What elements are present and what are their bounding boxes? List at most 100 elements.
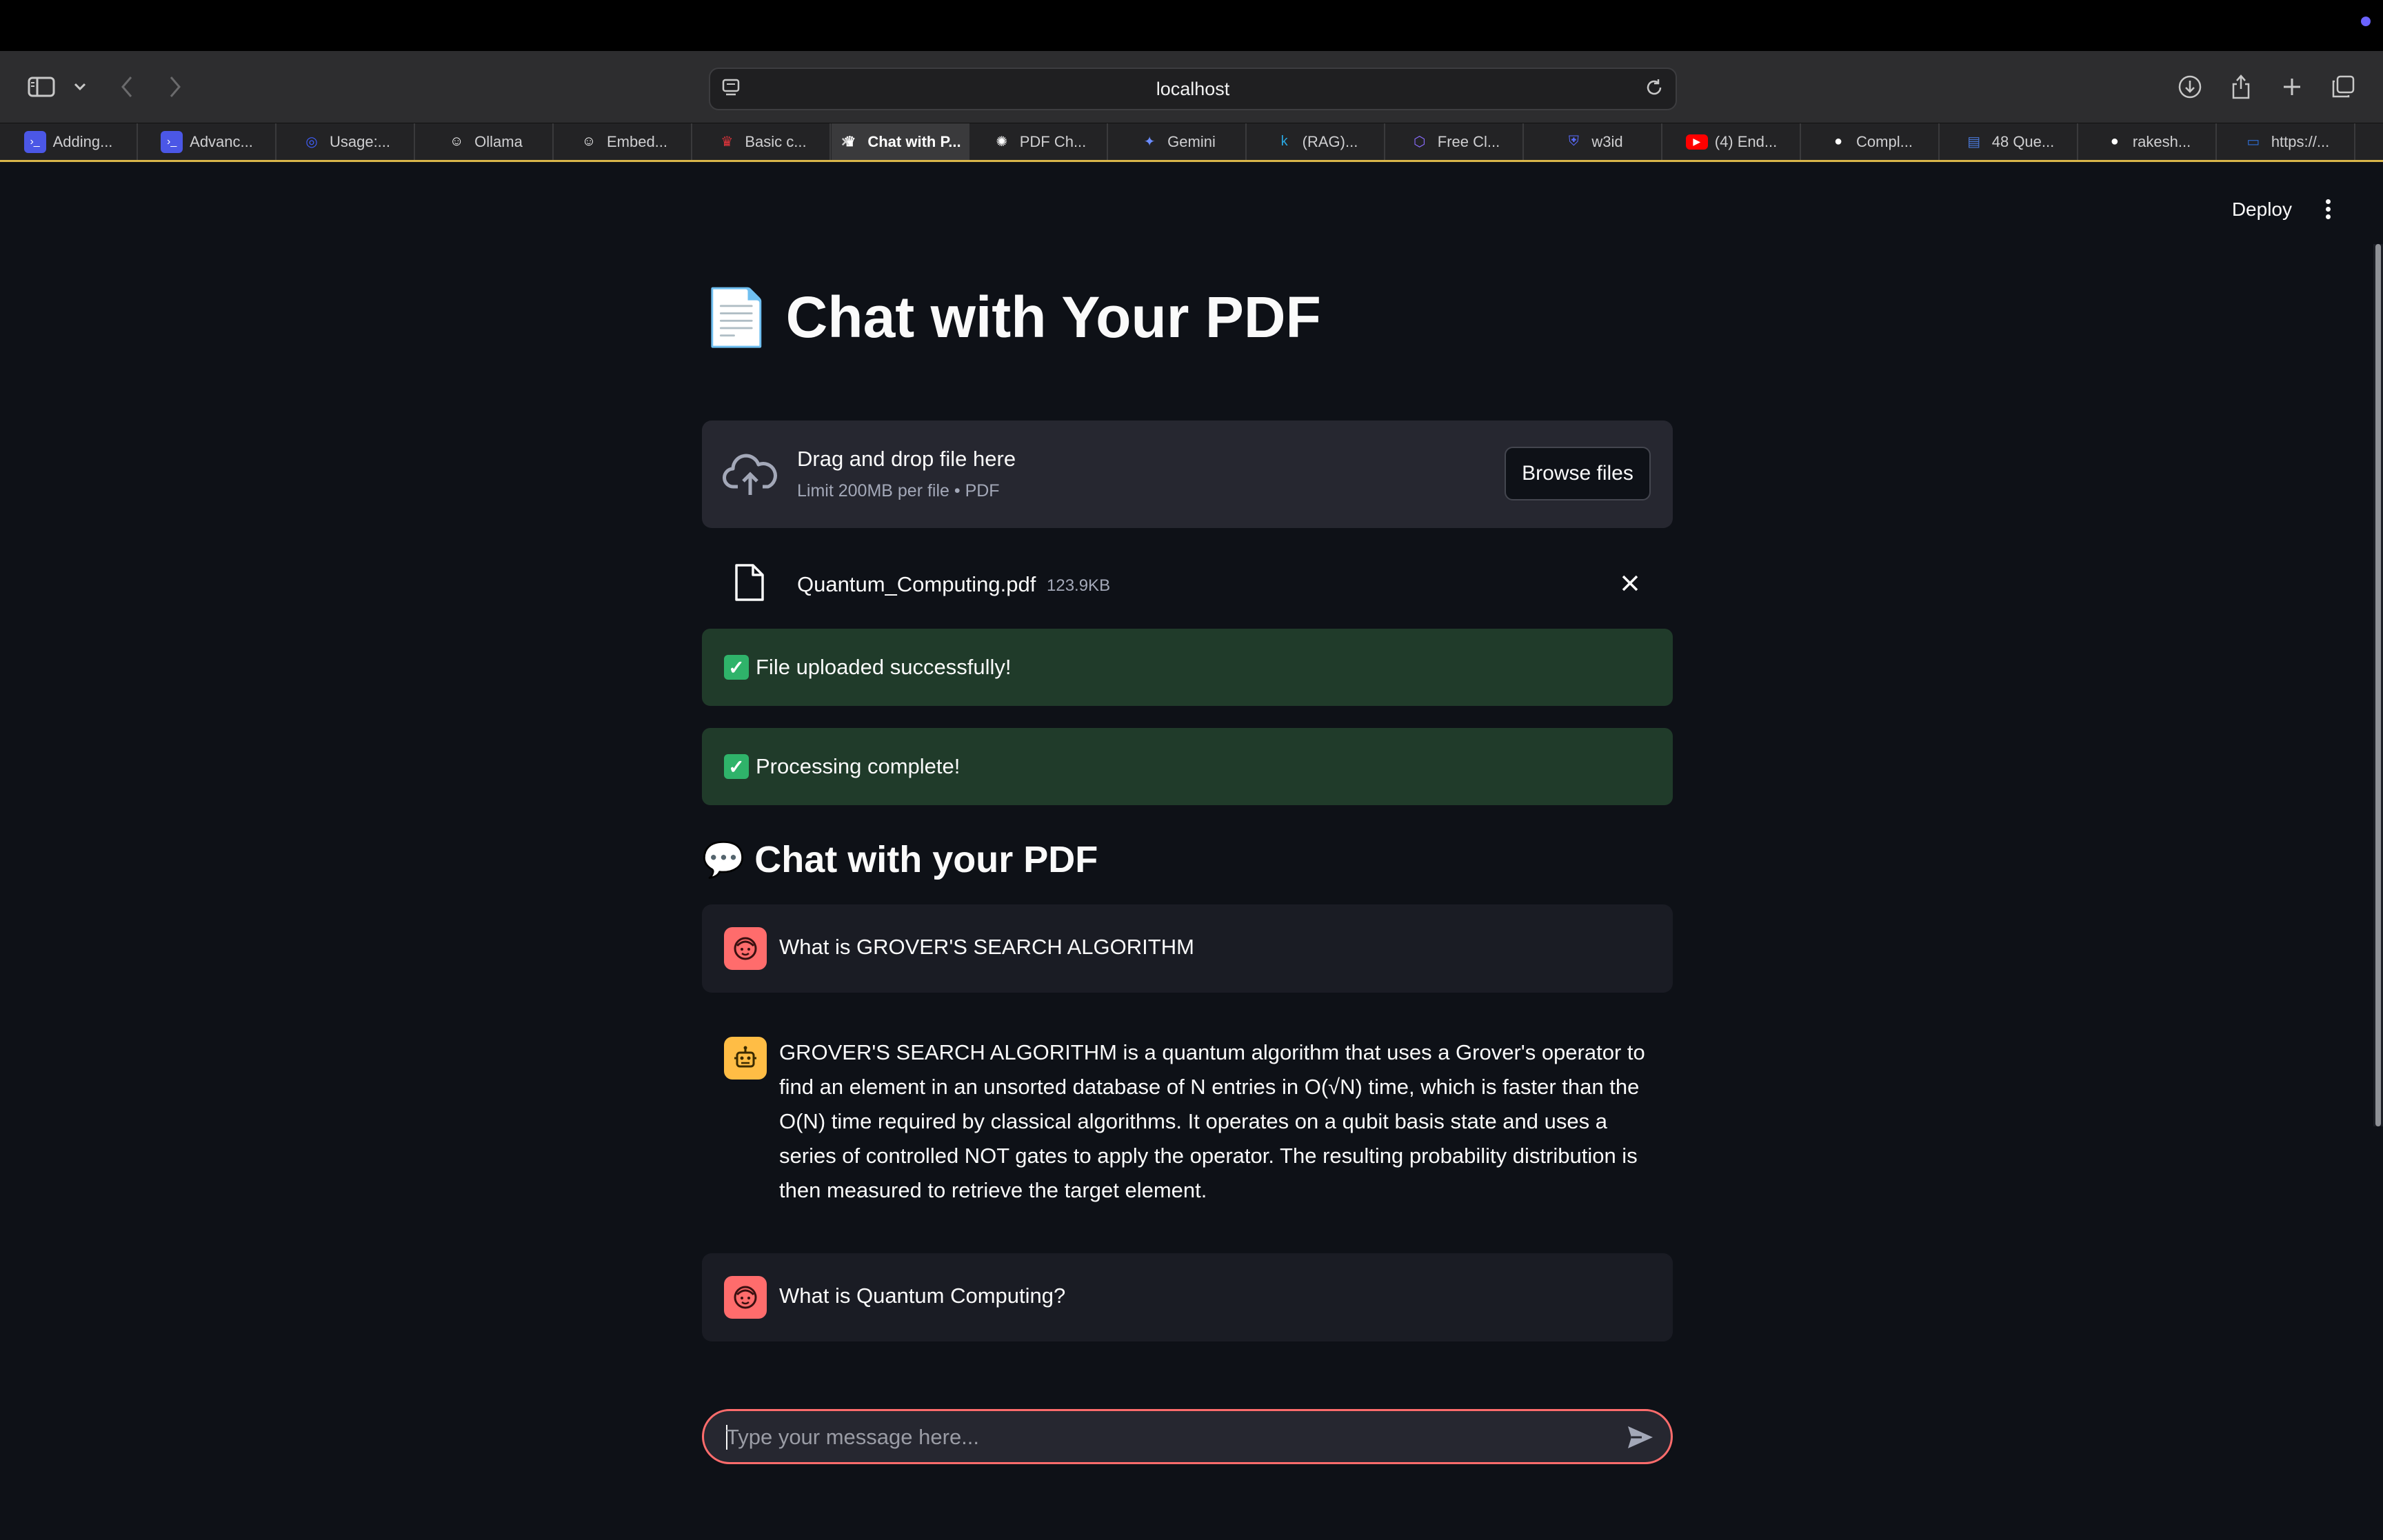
browser-tab[interactable]: k (RAG)... (1247, 123, 1385, 160)
cloud-upload-icon (723, 451, 778, 503)
scrollbar-thumb[interactable] (2375, 244, 2381, 1126)
k-icon: k (1280, 134, 1288, 149)
browser-tab[interactable]: ✦ Gemini (1109, 123, 1247, 160)
browser-tab[interactable]: ⬡ Free Cl... (1386, 123, 1524, 160)
openai-icon: ✺ (996, 134, 1008, 150)
tab-label: rakesh... (2132, 132, 2191, 150)
streamlit-app: Deploy 📄 Chat with Your PDF Drag and dro… (0, 163, 2383, 1540)
speech-bubble-icon: 💬 (702, 840, 745, 879)
alert-text: File uploaded successfully! (756, 655, 1012, 679)
tab-overview-icon[interactable] (2325, 69, 2361, 105)
share-icon[interactable] (2223, 69, 2259, 105)
file-uploader-dropzone[interactable]: Drag and drop file here Limit 200MB per … (702, 421, 1673, 528)
github-icon: ● (1833, 134, 1843, 149)
tab-label: (4) End... (1714, 132, 1778, 150)
success-alert-processing: ✓ Processing complete! (702, 728, 1673, 805)
more-options-icon[interactable] (2321, 197, 2335, 222)
tab-label: Ollama (474, 132, 523, 150)
tab-label: (RAG)... (1302, 132, 1358, 150)
cube-icon: ⬡ (1414, 134, 1426, 150)
message-text: GROVER'S SEARCH ALGORITHM is a quantum a… (779, 1040, 1645, 1202)
tab-label: Compl... (1856, 132, 1913, 150)
file-name: Quantum_Computing.pdf (797, 572, 1036, 596)
tab-label: Advanc... (190, 132, 253, 150)
message-text: What is Quantum Computing? (779, 1284, 1066, 1308)
browser-tab[interactable]: ▭ https://... (2218, 123, 2355, 160)
tab-label: Adding... (52, 132, 113, 150)
browser-tab[interactable]: ◎ Usage:... (277, 123, 415, 160)
crown-icon: ♛ (721, 134, 734, 150)
browser-tab[interactable]: ☺ Ollama (416, 123, 554, 160)
message-text: What is GROVER'S SEARCH ALGORITHM (779, 935, 1194, 959)
page-title: 📄 Chat with Your PDF (702, 284, 1321, 351)
chat-section-title: 💬 Chat with your PDF (702, 838, 1098, 881)
browser-tab[interactable]: ⛨ w3id (1525, 123, 1662, 160)
reload-icon[interactable] (1644, 77, 1665, 101)
tab-label: https://... (2271, 132, 2330, 150)
user-avatar-icon (724, 1276, 767, 1319)
browser-tab[interactable]: ›_ Adding... (0, 123, 138, 160)
chat-input[interactable] (702, 1409, 1673, 1464)
page-emoji-icon: 📄 (702, 286, 771, 348)
browser-tab[interactable]: ▶ (4) End... (1663, 123, 1801, 160)
tab-label: Basic c... (745, 132, 807, 150)
uploaded-file-row: Quantum_Computing.pdf 123.9KB (702, 549, 1673, 618)
github-icon: ● (2110, 134, 2119, 149)
bot-avatar-icon (724, 1037, 767, 1080)
sidebar-toggle-icon[interactable] (23, 69, 59, 105)
tab-accent-line (0, 160, 2383, 162)
browser-tab[interactable]: ▤ 48 Que... (1940, 123, 2078, 160)
browser-tab[interactable]: ♛ Basic c... (693, 123, 831, 160)
circle-logo-icon: ◎ (305, 134, 318, 150)
macos-menubar (0, 0, 2383, 51)
file-icon (734, 563, 765, 606)
new-tab-icon[interactable] (2274, 69, 2310, 105)
chat-input-field[interactable] (725, 1411, 1582, 1463)
scrollbar[interactable] (2373, 244, 2383, 1126)
browser-tab[interactable]: ● Compl... (1802, 123, 1940, 160)
page-title-text: Chat with Your PDF (785, 285, 1321, 349)
browser-tab[interactable]: ☺ Embed... (554, 123, 692, 160)
sparkle-icon: ✦ (1143, 134, 1156, 150)
back-icon[interactable] (109, 69, 145, 105)
address-bar[interactable]: localhost (709, 68, 1677, 110)
upload-limit-text: Limit 200MB per file • PDF (797, 481, 1000, 500)
browser-tab[interactable]: ● rakesh... (2079, 123, 2217, 160)
user-avatar-icon (724, 927, 767, 970)
forward-icon[interactable] (157, 69, 193, 105)
terminal-icon: ›_ (161, 130, 183, 153)
success-alert-upload: ✓ File uploaded successfully! (702, 629, 1673, 706)
close-tab-icon[interactable]: × (841, 133, 850, 151)
chevron-down-icon[interactable] (62, 69, 98, 105)
browse-files-button[interactable]: Browse files (1505, 447, 1651, 500)
tab-label: Free Cl... (1437, 132, 1500, 150)
terminal-icon: ›_ (23, 130, 46, 153)
tab-strip: ›_ Adding... ›_ Advanc... ◎ Usage:... ☺ Ollama ☺… (0, 123, 2383, 162)
remove-file-icon[interactable] (1616, 569, 1644, 597)
tab-label: Gemini (1167, 132, 1216, 150)
file-size: 123.9KB (1047, 576, 1111, 595)
chat-message-user: What is Quantum Computing? (702, 1253, 1673, 1341)
doc-icon: ▤ (1967, 134, 1981, 150)
cds-icon: ▭ (2246, 134, 2260, 150)
send-icon[interactable] (1625, 1424, 1656, 1451)
ollama-icon: ☺ (581, 134, 596, 149)
browser-tab[interactable]: ›_ Advanc... (139, 123, 276, 160)
tab-label: 48 Que... (1991, 132, 2055, 150)
url-text: localhost (1156, 79, 1230, 99)
tab-label: PDF Ch... (1019, 132, 1087, 150)
tab-label: Embed... (606, 132, 668, 150)
download-icon[interactable] (2172, 69, 2208, 105)
chat-section-title-text: Chat with your PDF (754, 839, 1098, 880)
drag-drop-text: Drag and drop file here (797, 447, 1016, 471)
tab-label: Chat with P... (867, 132, 961, 150)
alert-text: Processing complete! (756, 754, 961, 778)
deploy-button[interactable]: Deploy (2232, 199, 2292, 221)
tab-label: Usage:... (329, 132, 391, 150)
browser-toolbar: localhost (0, 51, 2383, 123)
youtube-icon: ▶ (1685, 134, 1708, 150)
check-icon: ✓ (724, 655, 749, 680)
browser-tab[interactable]: ✺ PDF Ch... (970, 123, 1108, 160)
chat-message-assistant: GROVER'S SEARCH ALGORITHM is a quantum a… (702, 1017, 1673, 1202)
browser-tab[interactable]: × ♛ Chat with P... (832, 123, 969, 160)
